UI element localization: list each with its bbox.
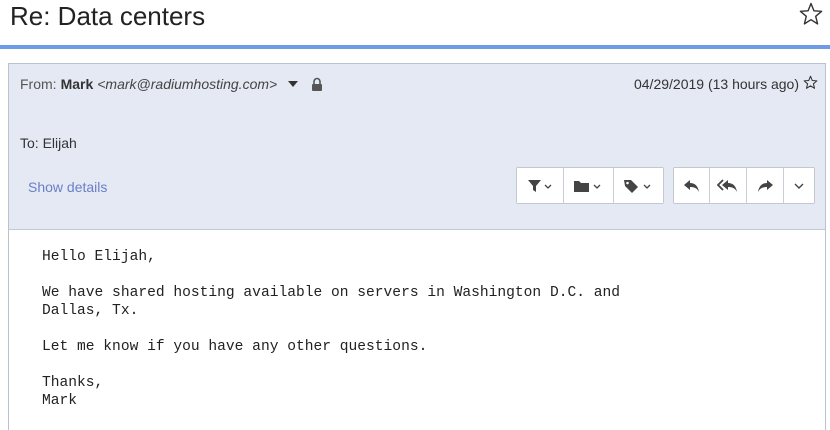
organize-button-group	[516, 167, 664, 204]
show-details-link[interactable]: Show details	[28, 179, 107, 195]
forward-button[interactable]	[747, 168, 784, 203]
subject-divider	[0, 45, 830, 49]
folder-icon	[573, 180, 600, 192]
more-actions-button[interactable]	[784, 168, 814, 203]
reply-button-group	[673, 167, 815, 204]
sender-name[interactable]: Mark	[61, 76, 94, 92]
reply-all-button[interactable]	[710, 168, 747, 203]
reply-all-icon	[717, 178, 737, 192]
star-icon[interactable]	[798, 1, 824, 27]
star-icon[interactable]	[803, 75, 818, 90]
more-icon	[794, 183, 804, 189]
to-row: To: Elijah	[20, 135, 77, 151]
from-label: From:	[20, 76, 57, 92]
reply-icon	[683, 179, 699, 192]
tag-icon	[623, 179, 650, 193]
label-button[interactable]	[614, 168, 663, 203]
filter-button[interactable]	[517, 168, 564, 203]
reply-button[interactable]	[674, 168, 710, 203]
message-header: From: Mark <mark@radiumhosting.com> 04/2…	[9, 64, 825, 230]
email-subject: Re: Data centers	[10, 1, 206, 31]
subject-bar: Re: Data centers	[0, 0, 830, 46]
sender-email[interactable]: <mark@radiumhosting.com>	[97, 76, 277, 92]
message-text: Hello Elijah, We have shared hosting ava…	[42, 249, 621, 409]
message-date: 04/29/2019 (13 hours ago)	[633, 76, 799, 92]
filter-icon	[528, 179, 552, 192]
move-folder-button[interactable]	[564, 168, 614, 203]
chevron-down-icon[interactable]	[287, 79, 299, 89]
from-row: From: Mark <mark@radiumhosting.com>	[20, 76, 323, 92]
lock-icon	[312, 77, 323, 91]
forward-icon	[758, 179, 773, 192]
message-view: From: Mark <mark@radiumhosting.com> 04/2…	[8, 63, 826, 430]
